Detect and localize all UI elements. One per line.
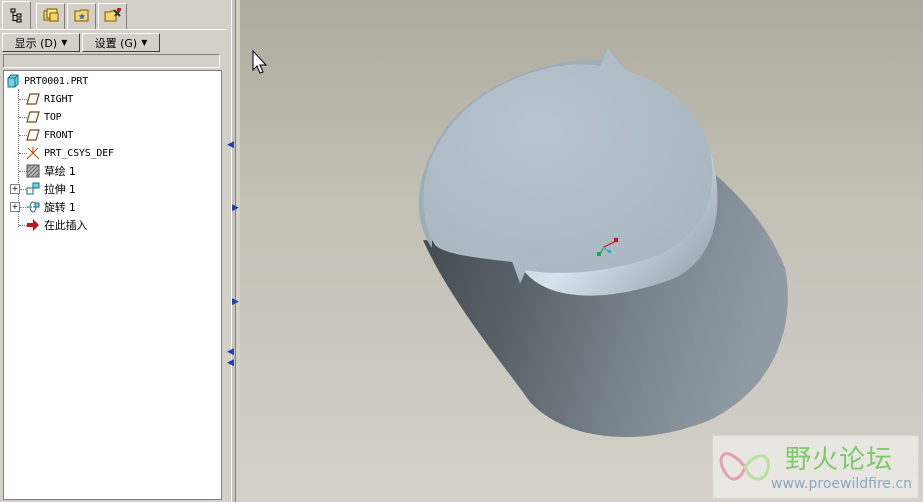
- extrude-icon: [26, 182, 40, 196]
- sketch-icon: [26, 164, 40, 178]
- model-tree-icon: [9, 7, 25, 26]
- tree-item-csys[interactable]: PRT_CSYS_DEF: [26, 144, 114, 162]
- tree-filter-field[interactable]: [3, 54, 220, 68]
- navigator-menu-row: 显示 (D) ▼ 设置 (G) ▼: [2, 33, 222, 52]
- connections-icon: [103, 7, 123, 26]
- favorites-icon: [73, 7, 91, 26]
- tree-item-label: 拉伸 1: [44, 183, 76, 196]
- watermark: 野火论坛 www.proewildfire.cn: [712, 435, 919, 499]
- tree-item-insert-here[interactable]: 在此插入: [26, 216, 87, 234]
- tree-root-label: PRT0001.PRT: [24, 75, 89, 87]
- tree-item-label: FRONT: [44, 129, 74, 141]
- tree-item-label: 草绘 1: [44, 165, 76, 178]
- display-menu-button[interactable]: 显示 (D) ▼: [2, 33, 80, 52]
- collapse-left-icon[interactable]: ◀: [227, 140, 235, 150]
- insert-here-arrow-icon: [26, 218, 40, 232]
- tree-item-label: RIGHT: [44, 93, 74, 105]
- part-model-3d[interactable]: [240, 0, 923, 502]
- panel-splitter[interactable]: ◀ ▶ ▶ ◀ ◀: [226, 0, 240, 502]
- tree-item-sketch[interactable]: 草绘 1: [26, 162, 76, 180]
- graphics-viewport[interactable]: [240, 0, 923, 502]
- folder-browser-icon: [42, 7, 60, 26]
- mouse-cursor: [252, 49, 268, 74]
- splitter-bar[interactable]: [231, 0, 236, 502]
- settings-menu-label: 设置 (G): [94, 36, 138, 50]
- tab-connections[interactable]: [98, 3, 127, 29]
- tree-item-front[interactable]: FRONT: [26, 126, 73, 144]
- tree-item-label: 在此插入: [44, 219, 88, 232]
- display-menu-label: 显示 (D): [14, 36, 58, 50]
- expand-right-icon[interactable]: ▶: [232, 297, 240, 307]
- collapse-left-icon[interactable]: ◀: [227, 347, 235, 357]
- part-icon: [6, 74, 20, 88]
- tree-item-right[interactable]: RIGHT: [26, 90, 73, 108]
- watermark-url: www.proewildfire.cn: [771, 476, 913, 492]
- tab-folder-browser[interactable]: [36, 3, 65, 29]
- chevron-down-icon: ▼: [141, 38, 148, 47]
- coordinate-system-icon: [26, 146, 40, 160]
- tab-favorites[interactable]: [67, 3, 96, 29]
- model-tree: PRT0001.PRT RIGHT TOP FRONT PRT_CSYS_DEF…: [3, 70, 222, 500]
- butterfly-logo-icon: [719, 452, 770, 481]
- tree-item-extrude[interactable]: 拉伸 1: [26, 180, 76, 198]
- tabbar-divider: [0, 29, 226, 30]
- tree-item-top[interactable]: TOP: [26, 108, 62, 126]
- revolve-icon: [26, 200, 40, 214]
- chevron-down-icon: ▼: [61, 38, 68, 47]
- expand-revolve-button[interactable]: +: [10, 202, 20, 212]
- tree-item-label: PRT_CSYS_DEF: [44, 147, 114, 159]
- tree-item-label: 旋转 1: [44, 201, 76, 214]
- collapse-left-icon[interactable]: ◀: [227, 358, 235, 368]
- settings-menu-button[interactable]: 设置 (G) ▼: [82, 33, 160, 52]
- tree-item-revolve[interactable]: 旋转 1: [26, 198, 76, 216]
- expand-right-icon[interactable]: ▶: [232, 203, 240, 213]
- tree-item-label: TOP: [44, 111, 62, 123]
- datum-plane-icon: [26, 128, 40, 142]
- navigator-panel: 显示 (D) ▼ 设置 (G) ▼ PRT0001.PRT RIGHT TOP …: [0, 0, 226, 502]
- navigator-tabbar: [0, 0, 226, 30]
- datum-plane-icon: [26, 92, 40, 106]
- expand-extrude-button[interactable]: +: [10, 184, 20, 194]
- tree-root-row[interactable]: PRT0001.PRT: [6, 72, 88, 90]
- cylinder-top-face: [423, 48, 713, 284]
- tab-model-tree[interactable]: [2, 1, 31, 30]
- datum-plane-icon: [26, 110, 40, 124]
- watermark-title: 野火论坛: [785, 445, 894, 475]
